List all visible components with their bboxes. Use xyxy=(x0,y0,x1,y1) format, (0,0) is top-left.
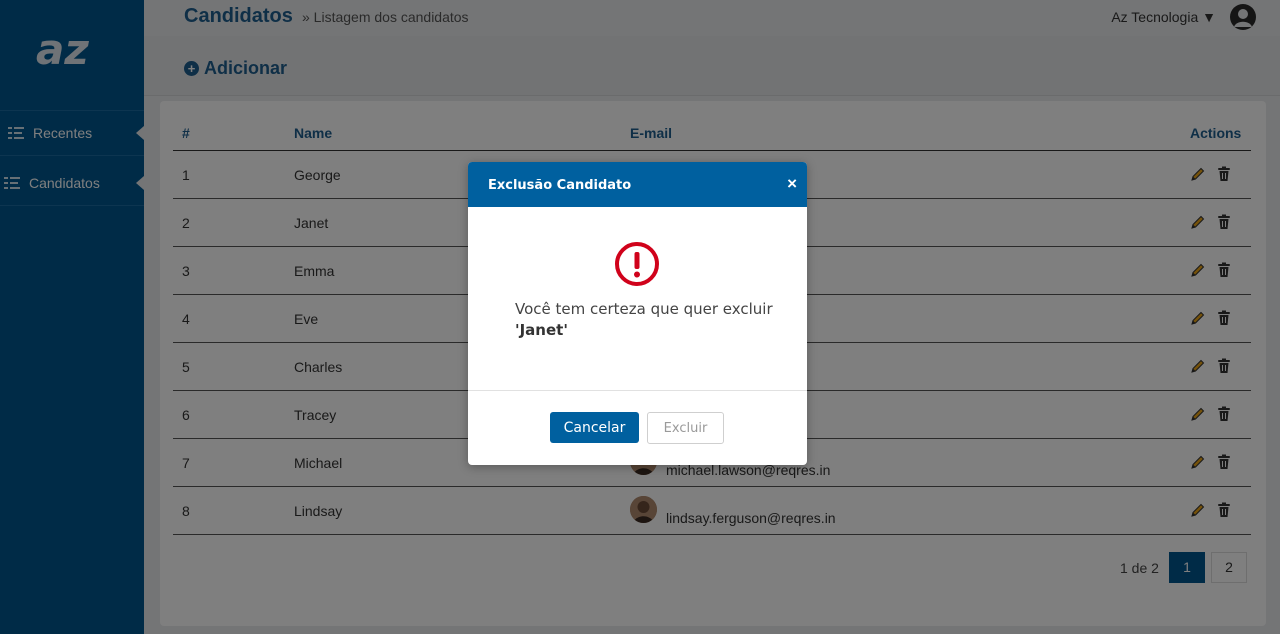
cancel-button[interactable]: Cancelar xyxy=(550,412,639,443)
modal-message: Você tem certeza que quer excluir 'Janet… xyxy=(515,299,775,341)
modal-footer-divider xyxy=(468,390,807,391)
delete-confirmation-modal: Exclusão Candidato × Você tem certeza qu… xyxy=(468,162,807,465)
modal-message-target: 'Janet' xyxy=(515,321,568,339)
modal-header: Exclusão Candidato × xyxy=(468,162,807,207)
modal-message-text: Você tem certeza que quer excluir xyxy=(515,300,773,318)
modal-title: Exclusão Candidato xyxy=(488,178,632,193)
close-icon[interactable]: × xyxy=(787,174,797,194)
delete-button[interactable]: Excluir xyxy=(647,412,724,444)
warning-icon xyxy=(615,242,659,286)
